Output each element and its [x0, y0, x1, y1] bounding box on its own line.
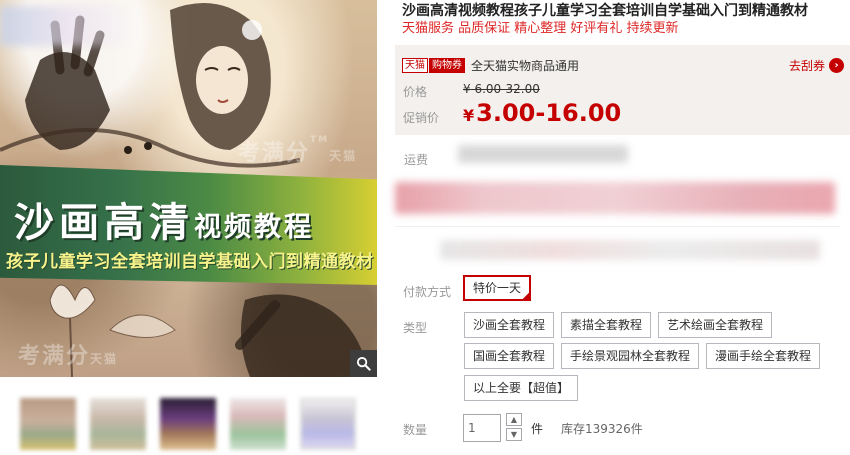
quantity-decrease-button[interactable]: ▼	[506, 428, 522, 441]
coupon-row: 天猫 购物券 全天猫实物商品通用	[402, 57, 579, 74]
blurred-promo-strip	[395, 182, 835, 214]
chevron-up-icon: ▲	[510, 415, 518, 424]
zoom-button[interactable]	[350, 350, 377, 377]
selected-check-icon	[521, 291, 532, 301]
coupon-description: 全天猫实物商品通用	[471, 59, 580, 73]
shopping-coupon-tag: 购物券	[429, 58, 465, 73]
price-panel: 天猫 购物券 全天猫实物商品通用 去刮券 › 价格 ¥ 6.00-32.00 促…	[395, 45, 850, 135]
thumbnail-1[interactable]	[20, 398, 76, 450]
thumbnail-2[interactable]	[90, 398, 146, 450]
promo-price: ¥3.00-16.00	[463, 99, 622, 127]
tmall-tag: 天猫	[402, 58, 428, 73]
watermark-top: 考满分TM天猫	[238, 135, 358, 166]
payment-option-selected[interactable]: 特价一天	[463, 275, 532, 301]
main-product-image[interactable]: 考满分TM天猫 沙画高清视频教程 孩子儿童学习全套培训自学基础入门到精通教材 考…	[0, 0, 377, 377]
payment-option-label: 特价一天	[473, 281, 522, 295]
divider	[395, 226, 840, 227]
type-option-comic[interactable]: 漫画手绘全套教程	[706, 343, 821, 369]
get-coupon-label: 去刮券	[788, 59, 825, 73]
stock-count: 库存139326件	[561, 422, 643, 436]
banner-title: 沙画高清视频教程	[14, 199, 314, 246]
get-coupon-link[interactable]: 去刮券 ›	[789, 57, 844, 74]
type-option-all[interactable]: 以上全要【超值】	[464, 375, 579, 401]
blurred-shipping-info	[458, 145, 628, 163]
thumbnail-4[interactable]	[230, 398, 286, 450]
chevron-down-icon: ▼	[510, 430, 518, 439]
type-option-sketch[interactable]: 素描全套教程	[561, 312, 652, 338]
type-label: 类型	[403, 321, 428, 335]
banner-subtitle: 孩子儿童学习全套培训自学基础入门到精通教材	[6, 252, 374, 272]
quantity-label: 数量	[403, 423, 428, 437]
original-price-label: 价格	[403, 85, 428, 99]
type-option-chinese-painting[interactable]: 国画全套教程	[464, 343, 555, 369]
magnifier-icon	[356, 356, 371, 371]
thumbnail-strip	[20, 398, 360, 452]
blurred-service-row	[440, 240, 820, 260]
quantity-input[interactable]: 1	[463, 414, 501, 442]
quantity-increase-button[interactable]: ▲	[506, 413, 522, 426]
thumbnail-3[interactable]	[160, 398, 216, 450]
chevron-right-icon: ›	[829, 58, 844, 73]
type-option-landscape[interactable]: 手绘景观园林全套教程	[561, 343, 700, 369]
original-price: ¥ 6.00-32.00	[463, 82, 540, 96]
shipping-label: 运费	[404, 153, 429, 167]
product-subtitle: 天猫服务 品质保证 精心整理 好评有礼 持续更新	[402, 21, 679, 36]
payment-method-label: 付款方式	[403, 285, 452, 299]
blurred-overlay	[0, 6, 140, 46]
type-option-art-painting[interactable]: 艺术绘画全套教程	[658, 312, 773, 338]
quantity-unit: 件	[531, 422, 544, 436]
watermark-bottom: 考满分天猫	[18, 344, 119, 369]
type-option-sand-art[interactable]: 沙画全套教程	[464, 312, 555, 338]
thumbnail-5[interactable]	[300, 398, 356, 450]
promo-price-label: 促销价	[403, 111, 440, 125]
